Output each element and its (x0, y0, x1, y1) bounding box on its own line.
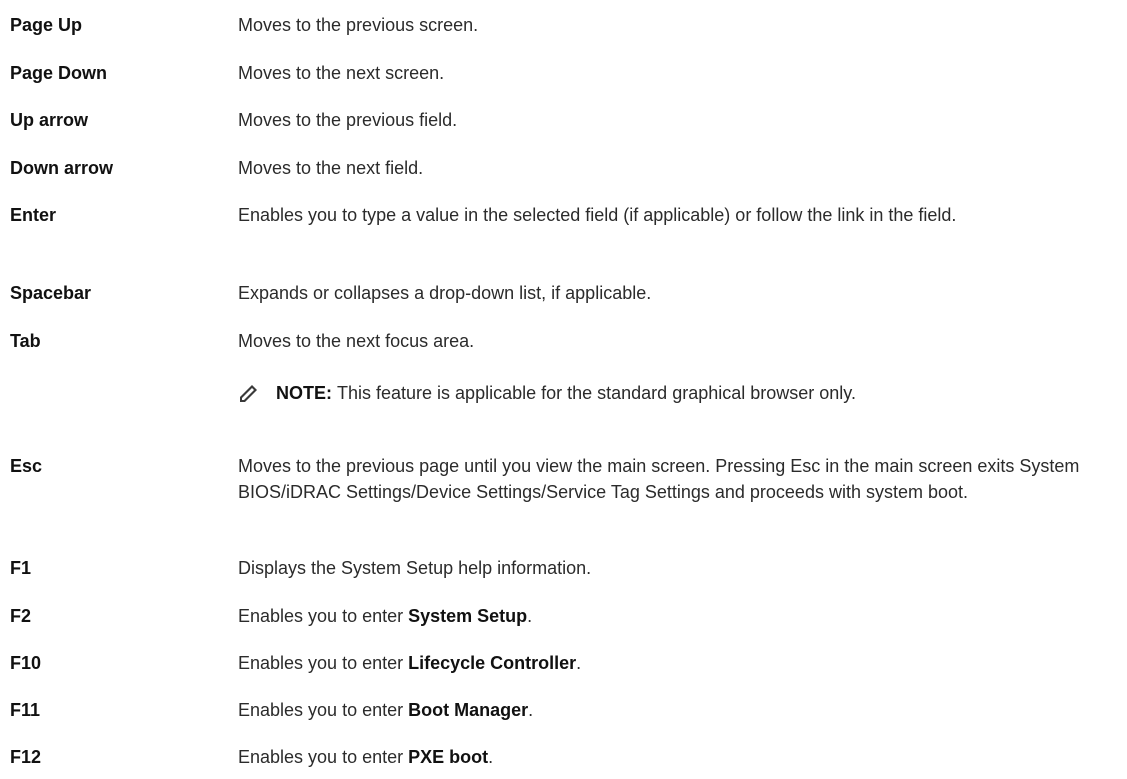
desc-emphasis: PXE boot (408, 747, 489, 767)
table-row: Page Down Moves to the next screen. (10, 60, 1118, 86)
key-name: F12 (10, 747, 42, 767)
note: NOTE: This feature is applicable for the … (238, 380, 856, 406)
note-text-wrap: NOTE: This feature is applicable for the … (276, 380, 856, 406)
desc-emphasis: Boot Manager (408, 700, 529, 720)
note-text: This feature is applicable for the stand… (337, 383, 856, 403)
table-row: F2 Enables you to enter System Setup. (10, 603, 1118, 629)
table-row: Enter Enables you to type a value in the… (10, 202, 1118, 228)
table-row: Page Up Moves to the previous screen. (10, 12, 1118, 38)
table-row: F12 Enables you to enter PXE boot. (10, 744, 1118, 770)
key-description: Enables you to type a value in the selec… (238, 205, 957, 225)
table-row: Tab Moves to the next focus area. (10, 328, 1118, 354)
table-row: Spacebar Expands or collapses a drop-dow… (10, 280, 1118, 306)
key-description: Enables you to enter PXE boot. (238, 744, 1118, 770)
key-name: F2 (10, 606, 32, 626)
key-name: F10 (10, 653, 42, 673)
key-description: Enables you to enter System Setup. (238, 603, 1118, 629)
desc-emphasis: System Setup (408, 606, 528, 626)
pencil-note-icon (240, 385, 257, 402)
key-description: Displays the System Setup help informati… (238, 558, 592, 578)
key-description: Moves to the next screen. (238, 63, 445, 83)
desc-text: . (576, 653, 582, 673)
key-description: Enables you to enter Boot Manager. (238, 697, 1118, 723)
key-name: Page Down (10, 63, 108, 83)
key-name: Enter (10, 205, 57, 225)
key-description: Moves to the next field. (238, 158, 424, 178)
key-description: Enables you to enter Lifecycle Controlle… (238, 650, 1118, 676)
key-description: Moves to the next focus area. (238, 331, 475, 351)
key-description: Expands or collapses a drop-down list, i… (238, 283, 652, 303)
key-name: Spacebar (10, 283, 92, 303)
table-row: F10 Enables you to enter Lifecycle Contr… (10, 650, 1118, 676)
key-description: Moves to the previous screen. (238, 15, 479, 35)
note-label: NOTE: (276, 383, 332, 403)
desc-emphasis: Lifecycle Controller (408, 653, 577, 673)
key-description: Moves to the previous field. (238, 110, 458, 130)
desc-text: Enables you to enter (238, 747, 409, 767)
table-row: Esc Moves to the previous page until you… (10, 453, 1118, 505)
key-description: Moves to the previous page until you vie… (238, 456, 1080, 502)
desc-text: . (528, 700, 534, 720)
desc-text: . (527, 606, 533, 626)
key-name: Tab (10, 331, 41, 351)
key-name: F1 (10, 558, 32, 578)
table-row: F1 Displays the System Setup help inform… (10, 555, 1118, 581)
table-row: Down arrow Moves to the next field. (10, 155, 1118, 181)
table-row: Up arrow Moves to the previous field. (10, 107, 1118, 133)
key-name: F11 (10, 700, 41, 720)
key-name: Up arrow (10, 110, 89, 130)
desc-text: . (488, 747, 494, 767)
desc-text: Enables you to enter (238, 653, 409, 673)
desc-text: Enables you to enter (238, 700, 409, 720)
desc-text: Enables you to enter (238, 606, 409, 626)
table-row: F11 Enables you to enter Boot Manager. (10, 697, 1118, 723)
key-name: Page Up (10, 15, 83, 35)
key-name: Down arrow (10, 158, 114, 178)
key-name: Esc (10, 456, 43, 476)
